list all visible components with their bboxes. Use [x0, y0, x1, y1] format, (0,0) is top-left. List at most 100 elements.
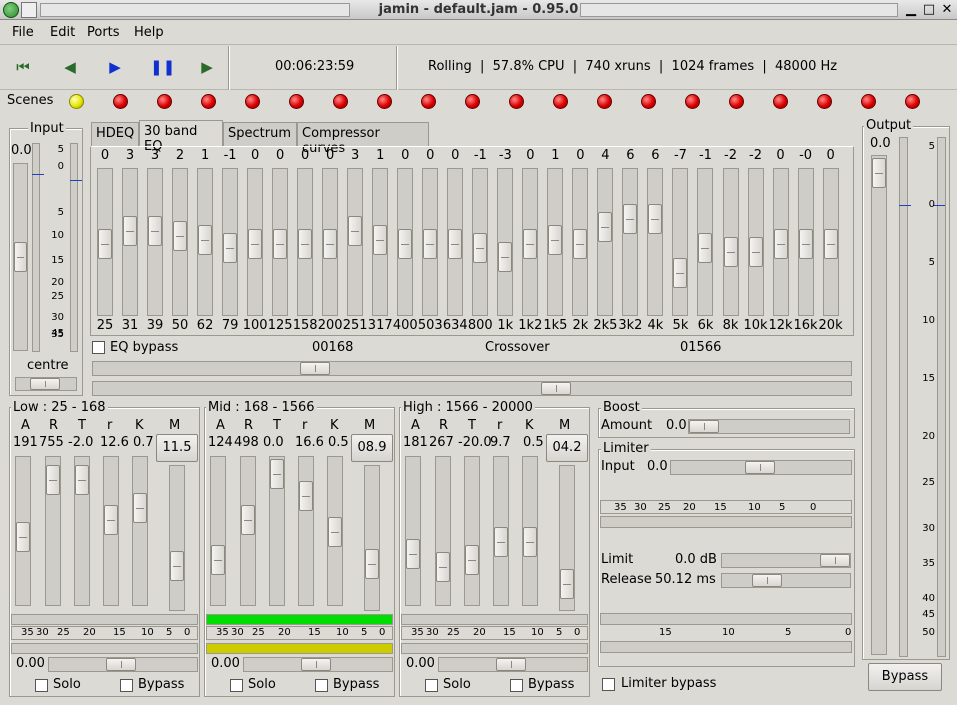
eq-band-slider[interactable] — [122, 168, 139, 316]
boost-amount-slider[interactable] — [688, 419, 850, 434]
scene-button-9[interactable] — [421, 94, 436, 109]
band-gain-handle[interactable] — [301, 658, 331, 671]
back-icon[interactable]: ◀ — [59, 56, 81, 78]
band-gain-slider[interactable] — [243, 657, 393, 672]
scene-button-12[interactable] — [553, 94, 568, 109]
eq-band-handle[interactable] — [273, 229, 288, 259]
eq-band-slider[interactable] — [797, 168, 814, 316]
scene-button-6[interactable] — [289, 94, 304, 109]
eq-band-handle[interactable] — [173, 220, 188, 251]
eq-band-slider[interactable] — [672, 168, 689, 316]
eq-band-slider[interactable] — [822, 168, 839, 316]
band-M-slider[interactable] — [559, 465, 575, 611]
limiter-bypass-checkbox[interactable] — [602, 678, 615, 691]
output-gain-slider[interactable] — [871, 155, 887, 655]
band-gain-handle[interactable] — [106, 658, 136, 671]
play-icon[interactable]: ▶ — [104, 56, 126, 78]
scene-button-15[interactable] — [685, 94, 700, 109]
band-makeup-button[interactable]: 04.2 — [546, 434, 588, 462]
scene-button-2[interactable] — [113, 94, 128, 109]
tab-30-band-eq[interactable]: 30 band EQ — [139, 120, 223, 154]
band-A-slider[interactable] — [210, 456, 226, 606]
scene-button-10[interactable] — [465, 94, 480, 109]
crossover-low-slider[interactable] — [92, 361, 852, 376]
scene-button-13[interactable] — [597, 94, 612, 109]
band-R-slider[interactable] — [45, 456, 61, 606]
band-A-slider[interactable] — [405, 456, 421, 606]
band-slider-handle[interactable] — [523, 527, 537, 557]
band-slider-handle[interactable] — [494, 527, 508, 557]
maximize-icon[interactable]: □ — [921, 2, 937, 18]
scene-button-5[interactable] — [245, 94, 260, 109]
output-gain-handle[interactable] — [872, 158, 886, 188]
crossover-low-handle[interactable] — [300, 362, 330, 375]
eq-band-handle[interactable] — [773, 229, 788, 259]
band-bypass-checkbox[interactable] — [315, 679, 328, 692]
menu-edit[interactable]: Edit — [50, 25, 75, 40]
band-K-slider[interactable] — [327, 456, 343, 606]
band-K-slider[interactable] — [132, 456, 148, 606]
band-solo-checkbox[interactable] — [35, 679, 48, 692]
menu-file[interactable]: File — [12, 25, 34, 40]
eq-band-slider[interactable] — [697, 168, 714, 316]
eq-band-slider[interactable] — [747, 168, 764, 316]
eq-band-slider[interactable] — [222, 168, 239, 316]
input-gain-handle[interactable] — [14, 242, 27, 272]
rewind-start-icon[interactable]: ⏮ — [12, 56, 34, 78]
eq-band-slider[interactable] — [572, 168, 589, 316]
eq-band-handle[interactable] — [523, 229, 538, 259]
band-M-slider[interactable] — [364, 465, 380, 611]
eq-band-slider[interactable] — [447, 168, 464, 316]
tab-compressor-curves[interactable]: Compressor curves — [297, 122, 429, 156]
eq-band-handle[interactable] — [323, 229, 338, 259]
eq-band-handle[interactable] — [548, 224, 563, 255]
band-r-slider[interactable] — [298, 456, 314, 606]
eq-band-slider[interactable] — [322, 168, 339, 316]
eq-band-slider[interactable] — [172, 168, 189, 316]
band-K-slider[interactable] — [522, 456, 538, 606]
eq-band-handle[interactable] — [373, 224, 388, 255]
eq-band-handle[interactable] — [723, 237, 738, 268]
limit-slider[interactable] — [721, 553, 851, 568]
input-pan-slider[interactable] — [15, 377, 77, 391]
band-solo-checkbox[interactable] — [230, 679, 243, 692]
eq-band-slider[interactable] — [497, 168, 514, 316]
eq-band-handle[interactable] — [198, 224, 213, 255]
scene-button-17[interactable] — [773, 94, 788, 109]
eq-band-handle[interactable] — [223, 233, 238, 264]
tab-spectrum[interactable]: Spectrum — [223, 122, 297, 147]
eq-band-slider[interactable] — [347, 168, 364, 316]
scene-button-7[interactable] — [333, 94, 348, 109]
close-icon[interactable]: ✕ — [939, 2, 955, 18]
eq-band-slider[interactable] — [197, 168, 214, 316]
eq-band-slider[interactable] — [372, 168, 389, 316]
eq-band-slider[interactable] — [147, 168, 164, 316]
eq-band-handle[interactable] — [473, 233, 488, 264]
forward-icon[interactable]: ▶ — [196, 56, 218, 78]
band-slider-handle[interactable] — [406, 539, 420, 569]
release-slider[interactable] — [721, 573, 851, 588]
band-A-slider[interactable] — [15, 456, 31, 606]
band-slider-handle[interactable] — [133, 493, 147, 523]
band-slider-handle[interactable] — [465, 545, 479, 575]
boost-amount-handle[interactable] — [689, 420, 719, 433]
eq-band-slider[interactable] — [272, 168, 289, 316]
scene-button-3[interactable] — [157, 94, 172, 109]
eq-band-handle[interactable] — [448, 229, 463, 259]
limiter-input-handle[interactable] — [745, 461, 775, 474]
band-T-slider[interactable] — [74, 456, 90, 606]
input-pan-handle[interactable] — [30, 378, 60, 390]
eq-band-slider[interactable] — [522, 168, 539, 316]
tab-hdeq[interactable]: HDEQ — [91, 122, 139, 147]
eq-band-handle[interactable] — [673, 258, 688, 289]
eq-band-slider[interactable] — [772, 168, 789, 316]
band-gain-slider[interactable] — [48, 657, 198, 672]
scene-button-11[interactable] — [509, 94, 524, 109]
minimize-icon[interactable]: ▁ — [903, 2, 919, 18]
band-slider-handle[interactable] — [211, 545, 225, 575]
scene-button-16[interactable] — [729, 94, 744, 109]
band-slider-handle[interactable] — [560, 569, 574, 599]
band-bypass-checkbox[interactable] — [120, 679, 133, 692]
eq-band-handle[interactable] — [823, 229, 838, 259]
scene-button-4[interactable] — [201, 94, 216, 109]
